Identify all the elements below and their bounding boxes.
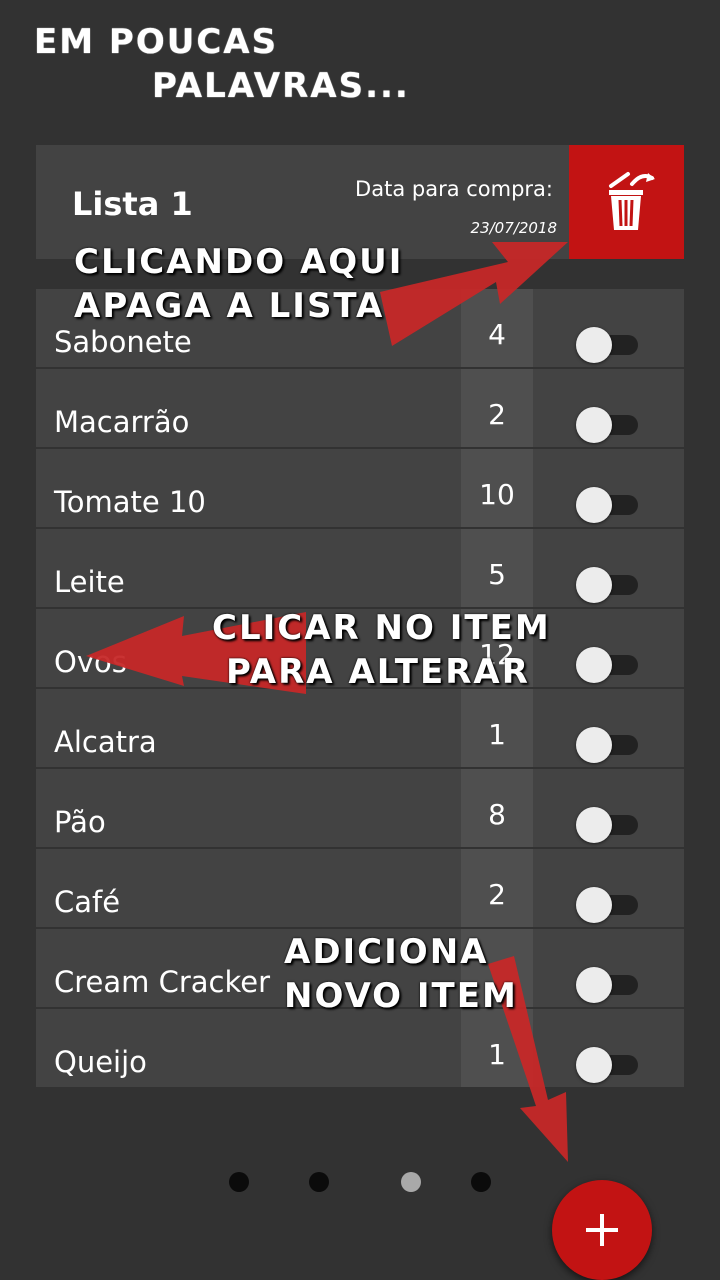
annotation-edit: CLICAR NO ITEM PARA ALTERAR	[212, 606, 551, 694]
item-name: Queijo	[54, 1045, 147, 1079]
purchased-toggle[interactable]	[576, 327, 640, 363]
headline-line-1: EM POUCAS	[34, 22, 279, 62]
purchased-toggle[interactable]	[576, 727, 640, 763]
page-dot-active[interactable]	[401, 1172, 421, 1192]
purchased-toggle[interactable]	[576, 407, 640, 443]
item-name: Pão	[54, 805, 106, 839]
purchased-toggle[interactable]	[576, 487, 640, 523]
item-name: Cream Cracker	[54, 965, 271, 999]
list-item[interactable]: Tomate 10 10	[36, 449, 684, 529]
page-dot[interactable]	[471, 1172, 491, 1192]
list-item[interactable]: Queijo 1	[36, 1009, 684, 1089]
list-item[interactable]: Alcatra 1	[36, 689, 684, 769]
plus-icon	[586, 1214, 618, 1246]
add-item-button[interactable]	[552, 1180, 652, 1280]
purchased-toggle[interactable]	[576, 807, 640, 843]
item-quantity: 2	[461, 849, 533, 927]
annotation-add: ADICIONA NOVO ITEM	[284, 930, 518, 1018]
item-quantity: 2	[461, 369, 533, 447]
list-item[interactable]: Leite 5	[36, 529, 684, 609]
item-name: Sabonete	[54, 325, 192, 359]
purchase-date-value[interactable]: 23/07/2018	[471, 219, 557, 237]
delete-list-button[interactable]	[569, 145, 684, 259]
purchased-toggle[interactable]	[576, 567, 640, 603]
list-item[interactable]: Macarrão 2	[36, 369, 684, 449]
annotation-delete-line-2: APAGA A LISTA	[74, 286, 385, 326]
annotation-delete-line-1: CLICANDO AQUI	[74, 242, 404, 282]
item-name: Leite	[54, 565, 125, 599]
annotation-delete: CLICANDO AQUI APAGA A LISTA	[74, 240, 403, 328]
item-name: Ovos	[54, 645, 127, 679]
headline-line-2: PALAVRAS...	[152, 66, 410, 106]
page-dot[interactable]	[309, 1172, 329, 1192]
list-item[interactable]: Pão 8	[36, 769, 684, 849]
purchased-toggle[interactable]	[576, 887, 640, 923]
item-name: Macarrão	[54, 405, 190, 439]
item-quantity: 5	[461, 529, 533, 607]
item-name: Alcatra	[54, 725, 157, 759]
annotation-add-line-1: ADICIONA	[284, 932, 489, 972]
item-quantity: 10	[461, 449, 533, 527]
list-item[interactable]: Café 2	[36, 849, 684, 929]
item-name: Café	[54, 885, 121, 919]
purchase-date-label: Data para compra:	[355, 177, 553, 201]
annotation-edit-line-1: CLICAR NO ITEM	[212, 608, 551, 648]
item-name: Tomate 10	[54, 485, 206, 519]
item-quantity: 8	[461, 769, 533, 847]
annotation-add-line-2: NOVO ITEM	[284, 976, 518, 1016]
item-quantity: 1	[461, 689, 533, 767]
page-dot[interactable]	[229, 1172, 249, 1192]
purchased-toggle[interactable]	[576, 967, 640, 1003]
annotation-edit-line-2: PARA ALTERAR	[226, 652, 530, 692]
item-quantity: 4	[461, 289, 533, 367]
purchased-toggle[interactable]	[576, 647, 640, 683]
trash-icon	[608, 172, 655, 230]
list-title: Lista 1	[72, 185, 193, 223]
item-quantity: 1	[461, 1009, 533, 1087]
purchased-toggle[interactable]	[576, 1047, 640, 1083]
